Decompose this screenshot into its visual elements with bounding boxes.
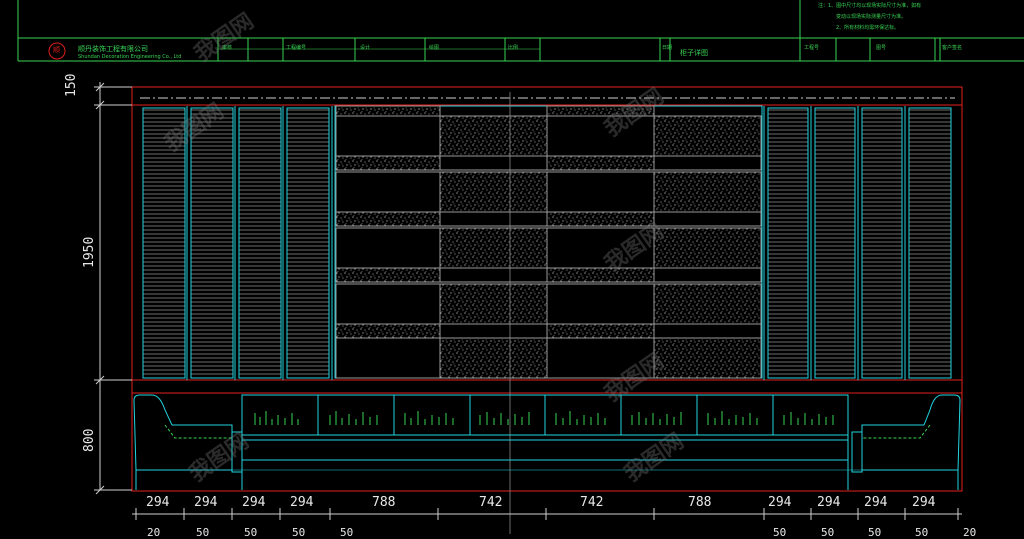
dim-b-1: 20 <box>147 526 161 539</box>
field-job-no: 工程号 <box>804 45 820 51</box>
planter-grass <box>254 411 834 425</box>
dim-h-2: 294 <box>194 495 218 510</box>
note-line-2: 变动以现场实际测量尺寸为准。 <box>836 14 907 20</box>
field-date: 日期 <box>662 45 673 51</box>
field-drawing: 绘图 <box>429 45 440 51</box>
vertical-dimension <box>94 82 132 495</box>
field-scale: 比例 <box>508 45 519 51</box>
dim-150: 150 <box>64 73 79 97</box>
right-slat-panels <box>763 106 952 380</box>
elevation-drawing <box>17 0 1024 534</box>
dim-h-10: 294 <box>817 495 841 510</box>
dim-b-6: 50 <box>773 526 787 539</box>
dim-b-9: 50 <box>915 526 929 539</box>
company-name-en: Shundan Decoration Engineering Co., Ltd <box>78 54 182 60</box>
center-stone-panel <box>334 105 763 379</box>
field-client-sign: 客户签名 <box>942 45 963 51</box>
dim-b-7: 50 <box>821 526 835 539</box>
dim-h-4: 294 <box>290 495 314 510</box>
note-line-1: 注：1、图中尺寸均以现场实际尺寸为准，如有 <box>818 3 922 9</box>
sofa-base <box>133 394 961 490</box>
field-sheet-no: 图号 <box>876 45 887 51</box>
dim-b-8: 50 <box>868 526 882 539</box>
field-design: 设计 <box>360 45 371 51</box>
dim-h-12: 294 <box>912 495 936 510</box>
dim-b-10: 20 <box>963 526 977 539</box>
dim-b-3: 50 <box>244 526 258 539</box>
dim-h-3: 294 <box>242 495 266 510</box>
dim-h-7: 742 <box>580 495 604 510</box>
dim-b-5: 50 <box>340 526 354 539</box>
dim-h-1: 294 <box>146 495 170 510</box>
dim-h-11: 294 <box>864 495 888 510</box>
drawing-title: 柜子详图 <box>680 49 708 57</box>
company-name: 顺丹装饰工程有限公司 <box>78 45 148 53</box>
dim-b-4: 50 <box>292 526 306 539</box>
note-line-3: 2、所有材料均需环保达标。 <box>836 25 900 31</box>
dim-800: 800 <box>82 428 97 452</box>
dim-1950: 1950 <box>82 236 97 268</box>
dim-h-6: 742 <box>479 495 503 510</box>
dim-b-2: 50 <box>196 526 210 539</box>
dim-h-9: 294 <box>768 495 792 510</box>
field-project-no: 工程编号 <box>286 45 307 51</box>
dim-h-8: 788 <box>688 495 712 510</box>
logo-mark: 顺 <box>53 46 60 54</box>
dim-h-5: 788 <box>372 495 396 510</box>
